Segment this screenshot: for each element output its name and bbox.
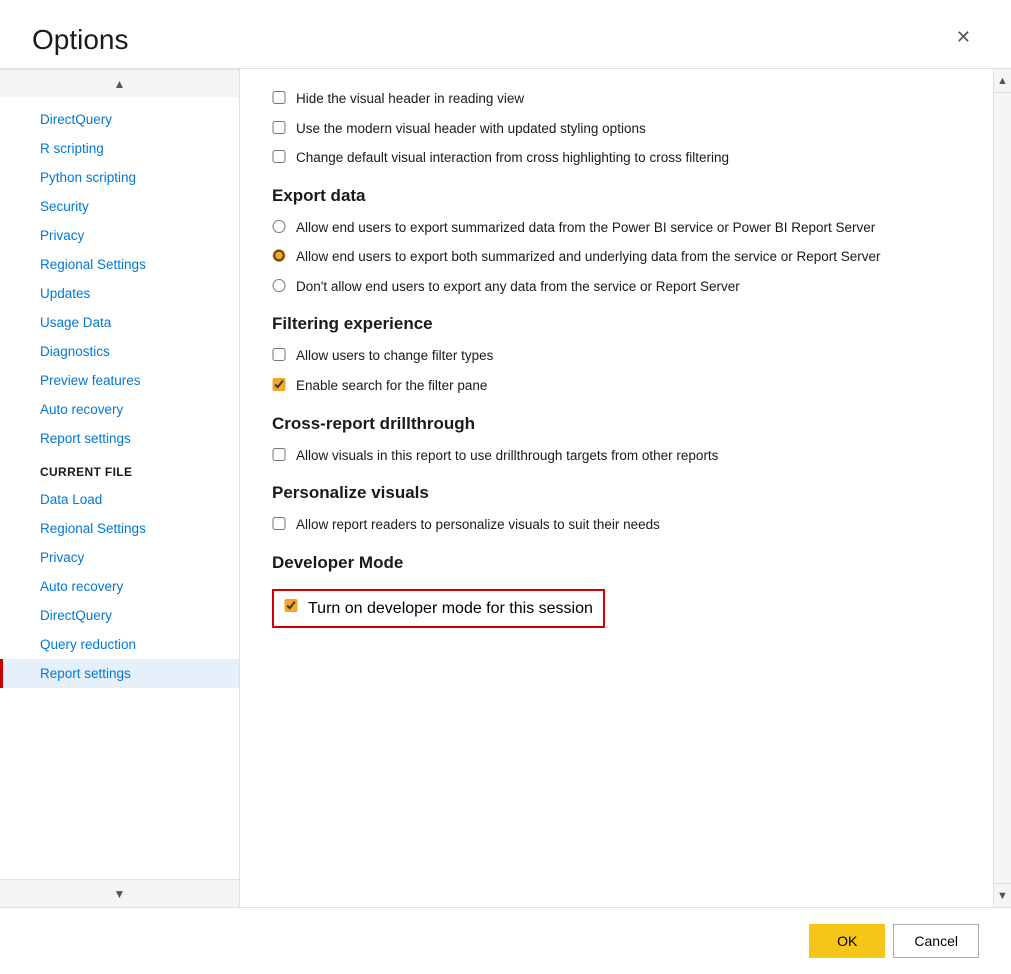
section-3-option-0: Allow report readers to personalize visu… [272,515,975,535]
dialog-header: Options ✕ [0,0,1011,68]
top-option-row-1: Use the modern visual header with update… [272,119,975,139]
section-3-input-0[interactable] [272,517,286,530]
top-option-checkbox-2[interactable] [272,150,286,163]
section-0-input-2[interactable] [272,279,286,292]
content-scroll-up-button[interactable]: ▲ [993,69,1011,93]
section-0-text-1: Allow end users to export both summarize… [296,247,881,267]
content-area: ▲ ▼ Hide the visual header in reading vi… [240,69,1011,907]
sidebar-item-usage-data[interactable]: Usage Data [0,308,239,337]
section-0-text-2: Don't allow end users to export any data… [296,277,740,297]
developer-mode-box: Turn on developer mode for this session [272,589,605,628]
sidebar-item-r-scripting[interactable]: R scripting [0,134,239,163]
section-2-input-0[interactable] [272,448,286,461]
dialog-footer: OK Cancel [0,907,1011,974]
sidebar-item-auto-recovery[interactable]: Auto recovery [0,395,239,424]
sidebar-item-preview-features[interactable]: Preview features [0,366,239,395]
chevron-down-icon: ▼ [114,887,126,901]
dialog-title: Options [32,24,129,56]
top-option-row-0: Hide the visual header in reading view [272,89,975,109]
top-option-checkbox-0[interactable] [272,91,286,104]
top-option-text-0: Hide the visual header in reading view [296,89,524,109]
top-option-text-2: Change default visual interaction from c… [296,148,729,168]
sidebar-item-updates[interactable]: Updates [0,279,239,308]
section-0-option-2: Don't allow end users to export any data… [272,277,975,297]
chevron-up-icon: ▲ [114,77,126,91]
section-0-input-0[interactable] [272,220,286,233]
section-heading-0: Export data [272,186,975,206]
sidebar-global-items: DirectQueryR scriptingPython scriptingSe… [0,105,239,453]
options-dialog: Options ✕ ▲ DirectQueryR scriptingPython… [0,0,1011,974]
sidebar-cf-item-report-settings[interactable]: Report settings [0,659,239,688]
section-2-text-0: Allow visuals in this report to use dril… [296,446,718,466]
sidebar-current-file-label: CURRENT FILE [0,453,239,485]
sidebar-cf-item-auto-recovery[interactable]: Auto recovery [0,572,239,601]
section-1-option-1: Enable search for the filter pane [272,376,975,396]
sidebar-item-regional-settings[interactable]: Regional Settings [0,250,239,279]
ok-button[interactable]: OK [809,924,885,958]
section-heading-3: Personalize visuals [272,483,975,503]
developer-mode-checkbox[interactable] [284,599,298,612]
cancel-button[interactable]: Cancel [893,924,979,958]
section-0-option-0: Allow end users to export summarized dat… [272,218,975,238]
sidebar-item-directquery[interactable]: DirectQuery [0,105,239,134]
sidebar-cf-item-regional-settings[interactable]: Regional Settings [0,514,239,543]
section-0-text-0: Allow end users to export summarized dat… [296,218,875,238]
section-1-option-0: Allow users to change filter types [272,346,975,366]
section-1-text-0: Allow users to change filter types [296,346,493,366]
content-scroll-down-button[interactable]: ▼ [993,883,1011,907]
top-option-checkbox-1[interactable] [272,121,286,134]
sidebar-item-privacy[interactable]: Privacy [0,221,239,250]
section-1-text-1: Enable search for the filter pane [296,376,487,396]
top-options-list: Hide the visual header in reading view Us… [272,89,975,168]
section-0-option-1: Allow end users to export both summarize… [272,247,975,267]
section-heading-2: Cross-report drillthrough [272,414,975,434]
section-3-text-0: Allow report readers to personalize visu… [296,515,660,535]
section-0-input-1[interactable] [272,249,286,262]
section-heading-1: Filtering experience [272,314,975,334]
sidebar-item-report-settings[interactable]: Report settings [0,424,239,453]
section-1-input-1[interactable] [272,378,286,391]
sidebar-cf-item-data-load[interactable]: Data Load [0,485,239,514]
section-1-input-0[interactable] [272,348,286,361]
dialog-body: ▲ DirectQueryR scriptingPython scripting… [0,68,1011,907]
content-scroll-area: Hide the visual header in reading view Us… [240,69,1011,907]
sidebar-item-security[interactable]: Security [0,192,239,221]
sidebar-current-file-items: Data LoadRegional SettingsPrivacyAuto re… [0,485,239,688]
section-heading-4: Developer Mode [272,553,975,573]
sidebar-cf-item-privacy[interactable]: Privacy [0,543,239,572]
sidebar-scroll-down-button[interactable]: ▼ [0,879,239,907]
developer-mode-text: Turn on developer mode for this session [308,597,593,620]
close-button[interactable]: ✕ [948,24,979,50]
top-option-row-2: Change default visual interaction from c… [272,148,975,168]
top-option-text-1: Use the modern visual header with update… [296,119,646,139]
sidebar-cf-item-query-reduction[interactable]: Query reduction [0,630,239,659]
sidebar: ▲ DirectQueryR scriptingPython scripting… [0,69,240,907]
sidebar-item-diagnostics[interactable]: Diagnostics [0,337,239,366]
sidebar-scroll-area: DirectQueryR scriptingPython scriptingSe… [0,97,239,879]
sidebar-scroll-up-button[interactable]: ▲ [0,69,239,97]
sidebar-item-python-scripting[interactable]: Python scripting [0,163,239,192]
sections-content: Export data Allow end users to export sum… [272,186,975,628]
section-2-option-0: Allow visuals in this report to use dril… [272,446,975,466]
sidebar-cf-item-directquery[interactable]: DirectQuery [0,601,239,630]
